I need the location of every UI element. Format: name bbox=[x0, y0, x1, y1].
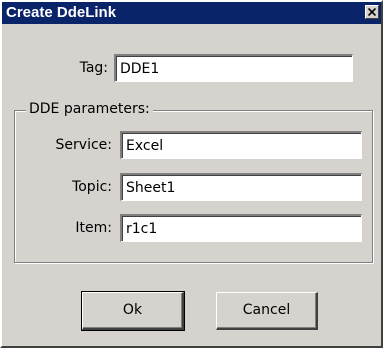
tag-field[interactable]: DDE1 bbox=[114, 54, 353, 82]
cancel-button[interactable]: Cancel bbox=[216, 292, 318, 330]
topic-field[interactable]: Sheet1 bbox=[120, 173, 362, 201]
service-field[interactable]: Excel bbox=[120, 131, 362, 159]
item-label: Item: bbox=[75, 220, 112, 236]
item-field[interactable]: r1c1 bbox=[120, 214, 362, 242]
title-bar[interactable]: Create DdeLink bbox=[2, 2, 381, 24]
topic-label: Topic: bbox=[72, 179, 112, 195]
dde-parameters-legend: DDE parameters: bbox=[26, 100, 153, 118]
close-icon bbox=[368, 8, 376, 16]
service-label: Service: bbox=[55, 137, 112, 153]
close-button[interactable] bbox=[365, 5, 379, 19]
tag-label: Tag: bbox=[79, 60, 108, 76]
window-title: Create DdeLink bbox=[6, 4, 117, 21]
create-ddelink-dialog: Create DdeLink Tag: DDE1 DDE parameters:… bbox=[0, 0, 383, 348]
ok-button[interactable]: Ok bbox=[81, 291, 185, 331]
